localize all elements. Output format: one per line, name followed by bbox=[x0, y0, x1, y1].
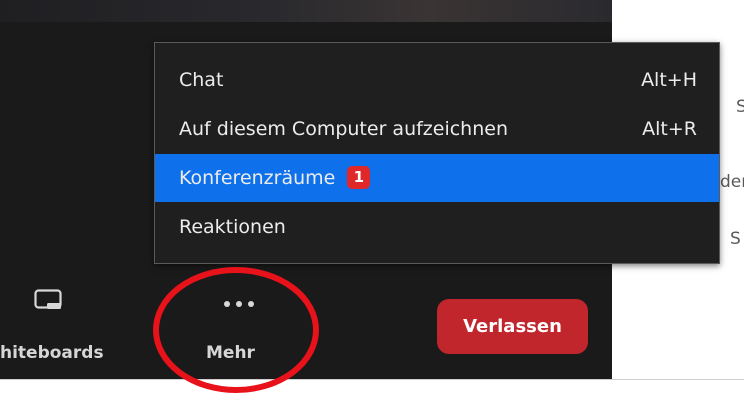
more-dots-icon bbox=[224, 301, 254, 307]
side-panel-text-fragment: der bbox=[720, 172, 744, 192]
menu-item-label: Chat bbox=[179, 69, 224, 91]
whiteboard-icon bbox=[34, 289, 62, 309]
menu-item-label: Auf diesem Computer aufzeichnen bbox=[179, 118, 509, 140]
menu-item-record[interactable]: Auf diesem Computer aufzeichnen Alt+R bbox=[155, 106, 719, 154]
menu-item-shortcut: Alt+H bbox=[641, 69, 697, 91]
video-area bbox=[0, 0, 612, 22]
leave-button[interactable]: Verlassen bbox=[437, 299, 588, 354]
menu-item-label-text: Konferenzräume bbox=[179, 167, 336, 189]
menu-item-label: Reaktionen bbox=[179, 216, 286, 238]
menu-item-breakout-rooms[interactable]: Konferenzräume 1 bbox=[155, 154, 719, 202]
whiteboards-label: hiteboards bbox=[0, 343, 104, 363]
side-panel-text-fragment: S bbox=[736, 97, 744, 117]
menu-item-chat[interactable]: Chat Alt+H bbox=[155, 57, 719, 105]
menu-item-label: Konferenzräume 1 bbox=[179, 166, 371, 189]
notification-badge: 1 bbox=[347, 166, 371, 189]
more-menu: Chat Alt+H Auf diesem Computer aufzeichn… bbox=[154, 42, 720, 264]
side-panel-text-fragment: S bbox=[730, 229, 741, 249]
menu-item-shortcut: Alt+R bbox=[642, 118, 697, 140]
menu-item-reactions[interactable]: Reaktionen bbox=[155, 204, 719, 252]
more-label: Mehr bbox=[206, 343, 255, 363]
page-bottom-border bbox=[0, 379, 744, 395]
